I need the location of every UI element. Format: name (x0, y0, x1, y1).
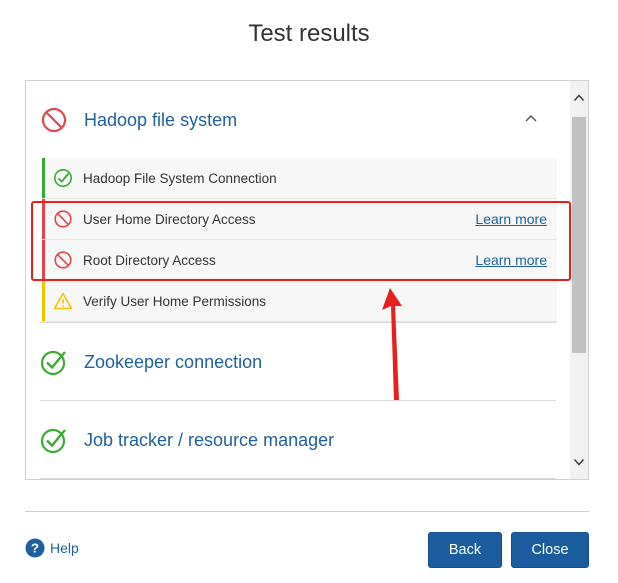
section-label: Zookeeper connection (84, 351, 263, 372)
check-row-verify-permissions: Verify User Home Permissions (42, 281, 557, 322)
section-hadoop-file-system[interactable]: Hadoop file system (40, 90, 556, 150)
section-divider (40, 400, 556, 401)
check-circle-icon (40, 350, 66, 376)
vertical-scrollbar[interactable] (570, 81, 588, 479)
help-icon: ? (25, 538, 45, 558)
section-divider (40, 322, 556, 323)
check-circle-icon (40, 428, 66, 454)
check-label: Hadoop File System Connection (83, 170, 277, 186)
footer-divider (25, 511, 589, 512)
close-button[interactable]: Close (511, 532, 589, 568)
annotation-highlight-box (31, 201, 571, 281)
section-divider (40, 478, 556, 479)
scroll-thumb[interactable] (572, 117, 586, 353)
back-button[interactable]: Back (428, 532, 502, 568)
svg-text:?: ? (31, 541, 39, 556)
section-label: Job tracker / resource manager (84, 429, 335, 450)
annotation-arrow-icon (382, 288, 402, 400)
help-label: Help (50, 540, 79, 556)
chevron-up-icon (573, 94, 585, 102)
status-bar (42, 158, 45, 198)
section-zookeeper-connection[interactable]: Zookeeper connection (40, 332, 556, 392)
scroll-up-arrow[interactable] (570, 83, 588, 113)
error-circle-icon (41, 107, 67, 133)
check-row-hdfs-connection: Hadoop File System Connection (42, 158, 557, 199)
scroll-down-arrow[interactable] (570, 447, 588, 477)
chevron-down-icon (573, 458, 585, 466)
check-circle-icon (54, 169, 72, 187)
status-bar (42, 281, 45, 321)
section-job-tracker[interactable]: Job tracker / resource manager (40, 410, 556, 470)
help-link[interactable]: ? Help (25, 538, 79, 558)
warning-triangle-icon (53, 292, 73, 310)
check-label: Verify User Home Permissions (83, 293, 267, 309)
section-label: Hadoop file system (84, 109, 238, 130)
dialog-title: Test results (248, 20, 370, 47)
chevron-up-icon[interactable] (524, 112, 538, 126)
